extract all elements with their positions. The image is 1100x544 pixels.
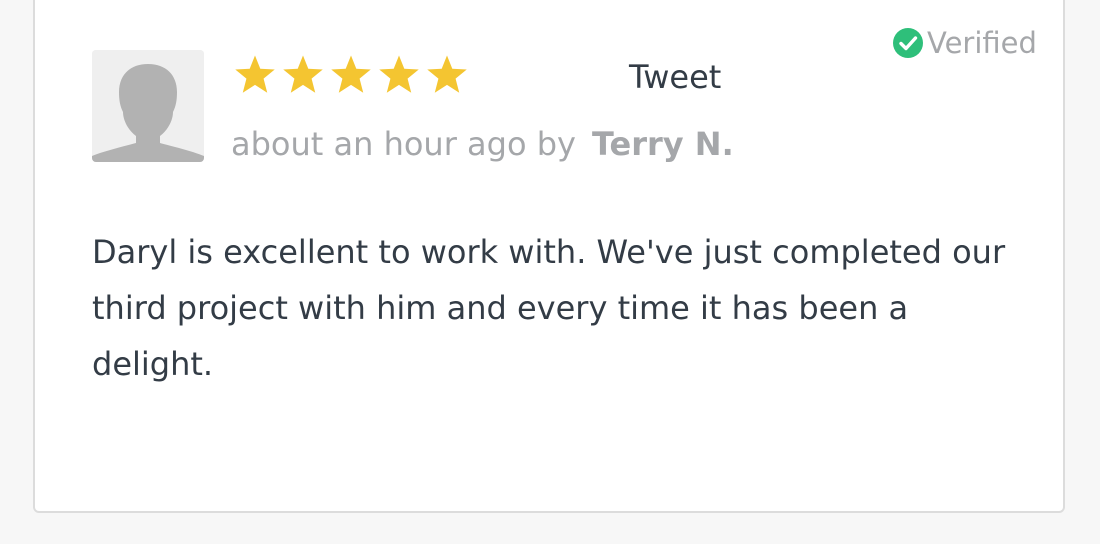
verified-label: Verified [927, 26, 1037, 60]
star-rating [233, 54, 469, 96]
review-card: Tweet Verified about an hour ago by Terry… [33, 0, 1065, 513]
person-silhouette-icon [92, 50, 204, 162]
star-icon [425, 54, 469, 96]
review-time: about an hour ago by [231, 125, 576, 163]
review-text: Daryl is excellent to work with. We've j… [92, 233, 1006, 383]
author-link[interactable]: Terry N. [592, 125, 734, 163]
review-meta: about an hour ago by Terry N. [231, 125, 734, 163]
verified-badge: Verified [892, 26, 1037, 60]
star-icon [377, 54, 421, 96]
check-circle-icon [893, 28, 923, 58]
star-icon [281, 54, 325, 96]
star-icon [233, 54, 277, 96]
star-icon [329, 54, 373, 96]
avatar [92, 50, 204, 162]
tweet-button[interactable]: Tweet [629, 58, 721, 96]
